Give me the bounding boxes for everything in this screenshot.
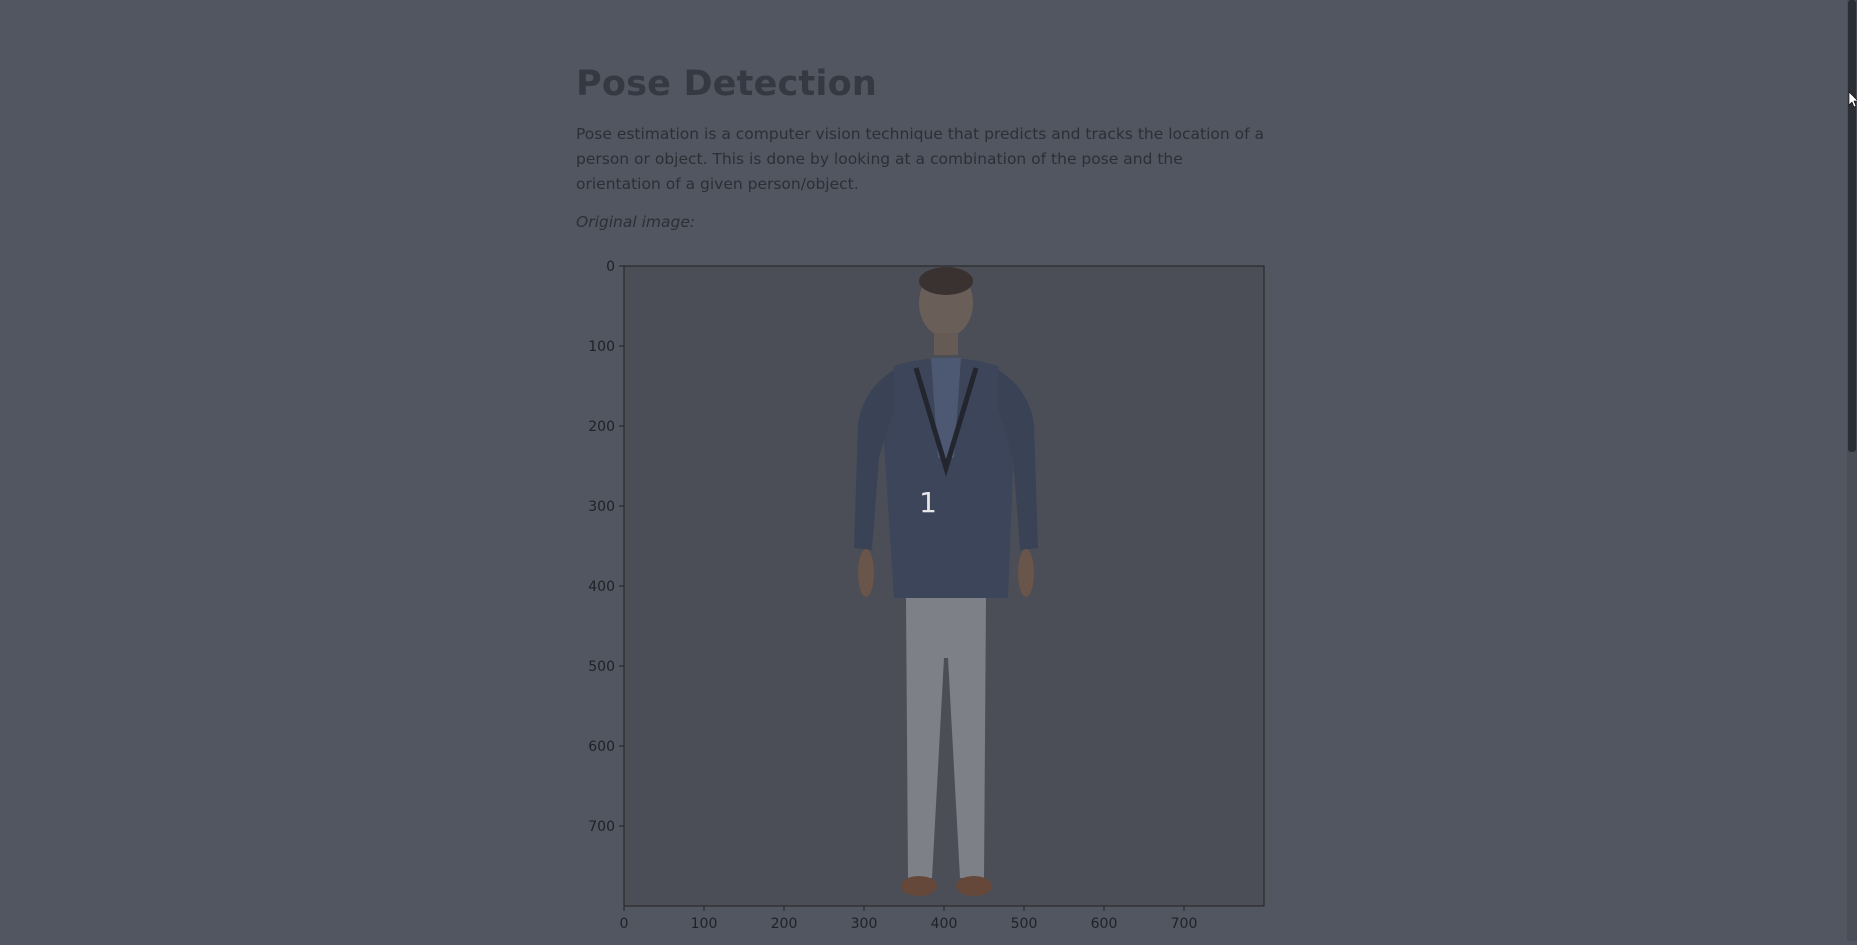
scrollbar-thumb[interactable]: [1848, 0, 1856, 452]
y-axis: 0 100 200 300 400 500 600 700: [588, 259, 624, 835]
y-tick-label: 200: [588, 419, 615, 435]
y-tick-label: 0: [606, 259, 615, 275]
annotations: 1: [919, 486, 937, 519]
y-tick-label: 500: [588, 659, 615, 675]
x-tick-label: 400: [931, 916, 958, 932]
page-title: Pose Detection: [576, 64, 877, 104]
y-tick-label: 100: [588, 339, 615, 355]
x-tick-label: 600: [1091, 916, 1118, 932]
x-axis: 0 100 200 300 400 500 600 700: [620, 906, 1198, 932]
pose-label: 1: [919, 486, 937, 519]
x-tick-label: 0: [620, 916, 629, 932]
vertical-scrollbar[interactable]: [1847, 0, 1857, 941]
x-tick-label: 700: [1171, 916, 1198, 932]
y-tick-label: 600: [588, 739, 615, 755]
image-plot: 0 100 200 300 400 500 600 700 0 100 200 300 400 500 6…: [576, 258, 1296, 941]
x-tick-label: 500: [1011, 916, 1038, 932]
x-tick-label: 100: [691, 916, 718, 932]
page-description: Pose estimation is a computer vision tec…: [576, 125, 1265, 193]
x-tick-label: 300: [851, 916, 878, 932]
y-tick-label: 300: [588, 499, 615, 515]
y-tick-label: 700: [588, 819, 615, 835]
person-image: [624, 266, 1264, 906]
x-tick-label: 200: [771, 916, 798, 932]
document: Pose Detection Pose estimation is a comp…: [576, 60, 1266, 231]
image-caption: Original image:: [576, 213, 696, 231]
y-tick-label: 400: [588, 579, 615, 595]
arrow-cursor-icon: [1848, 91, 1857, 112]
